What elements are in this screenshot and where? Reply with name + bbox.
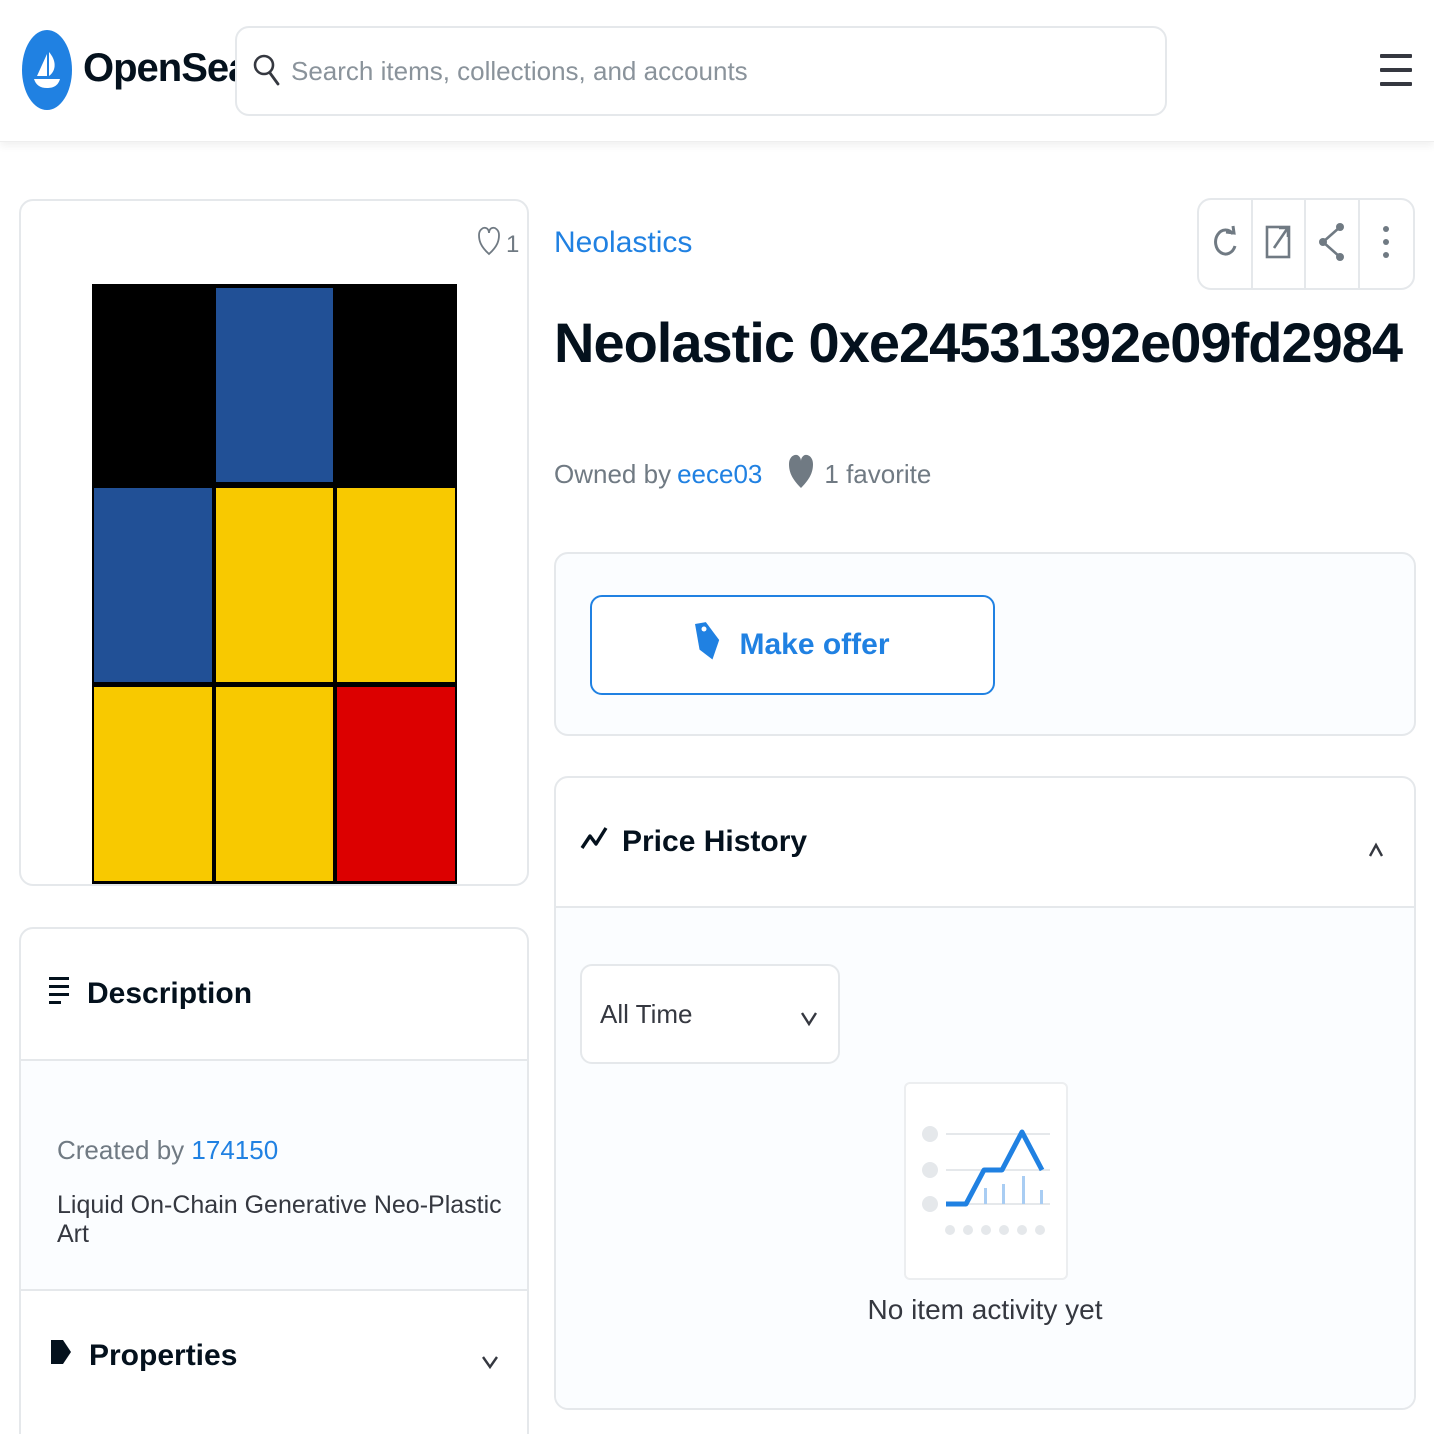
owner-link[interactable]: eece03 [677,459,762,490]
offer-panel: Make offer [554,552,1416,736]
price-history-body: All Time No item activity yet [556,908,1414,1408]
share-icon [1318,222,1346,267]
chevron-up-icon[interactable] [1368,834,1384,868]
collection-link[interactable]: Neolastics [554,226,692,260]
hamburger-menu-icon[interactable] [1380,52,1412,93]
art-block [216,687,333,881]
nft-artwork[interactable] [92,284,457,884]
art-block [94,488,212,682]
item-toolbar [1197,198,1415,290]
empty-chart-illustration [904,1082,1068,1280]
description-body: Created by 174150 Liquid On-Chain Genera… [21,1059,527,1291]
heart-filled-icon [788,452,814,497]
created-by-label: Created by [57,1135,185,1165]
tag-icon [49,1337,73,1375]
brand-name[interactable]: OpenSea [83,46,250,91]
ownership-row: Owned by eece03 1 favorite [554,452,931,497]
favorites-summary: 1 favorite [788,452,931,497]
time-range-select[interactable]: All Time [580,964,840,1064]
make-offer-label: Make offer [739,628,890,661]
price-history-header[interactable]: Price History [556,778,1414,908]
search-icon [253,52,281,93]
heart-outline-icon [478,226,500,263]
chevron-down-icon [800,1004,818,1035]
favorite-toggle[interactable]: 1 [478,226,519,263]
price-history-panel: Price History All Time No item activity … [554,776,1416,1410]
favorite-count: 1 [506,230,520,258]
description-text: Liquid On-Chain Generative Neo-Plastic A… [57,1191,502,1248]
more-vertical-icon [1382,225,1390,264]
time-range-value: All Time [600,998,693,1029]
price-history-heading: Price History [622,825,808,858]
item-title: Neolastic 0xe24531392e09fd2984 [554,311,1403,374]
created-by-line: Created by 174150 [57,1135,278,1166]
empty-activity-message: No item activity yet [867,1294,1103,1325]
top-navbar: OpenSea [0,0,1434,142]
chevron-down-icon[interactable] [481,1345,499,1379]
make-offer-button[interactable]: Make offer [590,595,995,695]
search-bar[interactable] [235,26,1167,116]
creator-link[interactable]: 174150 [191,1135,278,1165]
description-header[interactable]: Description [21,929,527,1059]
properties-header[interactable]: Properties [21,1291,527,1421]
timeline-icon [580,824,608,860]
opensea-logo[interactable] [22,29,72,111]
external-link-icon [1265,223,1291,266]
properties-heading: Properties [89,1339,238,1372]
description-lines-icon [49,975,71,1013]
search-input[interactable] [291,48,1131,94]
art-block [216,288,333,482]
share-button[interactable] [1306,200,1360,288]
art-block [216,488,333,682]
art-block [94,687,212,881]
refresh-icon [1212,224,1238,265]
art-block [337,687,455,881]
boat-icon [22,30,72,110]
price-tag-icon [695,620,721,670]
description-panel: Description Created by 174150 Liquid On-… [19,927,529,1434]
art-block [337,488,455,682]
refresh-button[interactable] [1199,200,1253,288]
description-heading: Description [87,977,253,1010]
open-external-button[interactable] [1253,200,1307,288]
more-options-button[interactable] [1360,200,1413,288]
owned-by-label: Owned by [554,459,672,489]
favorites-count: 1 favorite [824,459,932,489]
